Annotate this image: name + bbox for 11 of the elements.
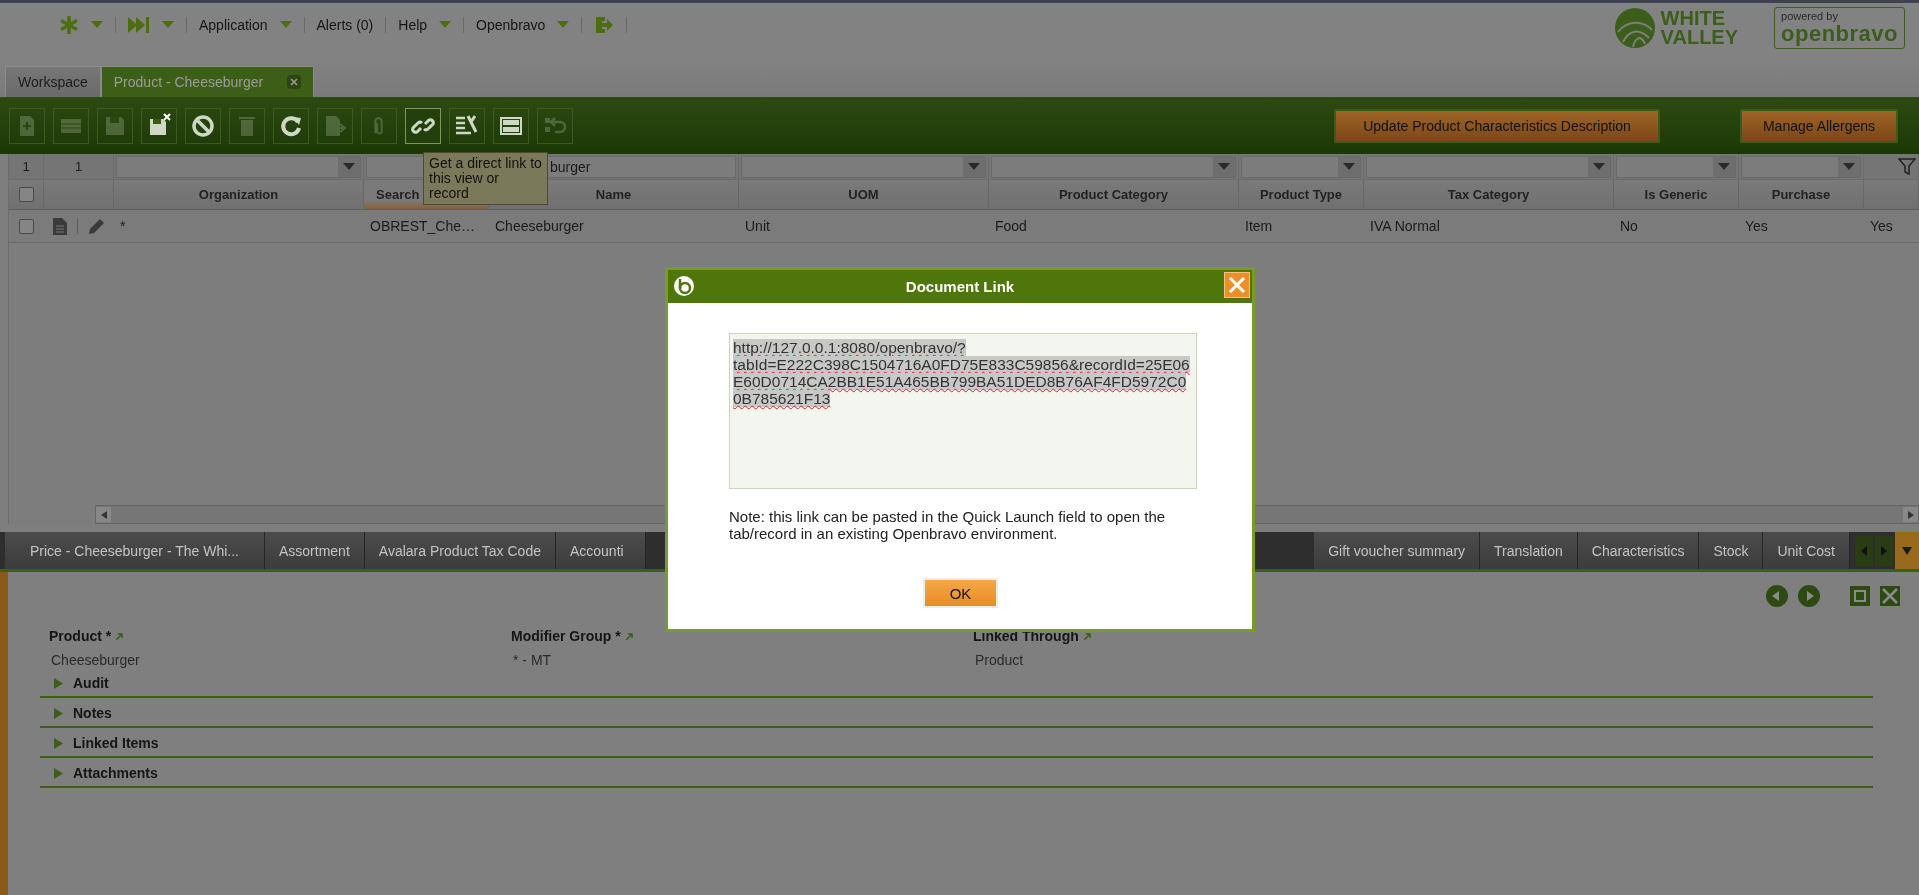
field-label: Product * bbox=[49, 628, 112, 644]
dialog-title: Document Link bbox=[905, 278, 1015, 295]
field-label: Modifier Group * bbox=[511, 628, 621, 644]
brand-name: WHITE VALLEY bbox=[1660, 9, 1739, 47]
record-count: 1 bbox=[9, 154, 44, 180]
field-value: * - MT bbox=[512, 651, 553, 668]
field-value: Product bbox=[974, 651, 1025, 668]
record-count: 1 bbox=[44, 154, 114, 180]
note-text: Note: this link can be pasted in the Quick Launch field to open the tab/record in an existing Openbravo environment. bbox=[729, 508, 1167, 542]
field-value: Cheeseburger bbox=[50, 651, 141, 668]
powered-by-logo: powered by openbravo bbox=[1774, 7, 1905, 49]
